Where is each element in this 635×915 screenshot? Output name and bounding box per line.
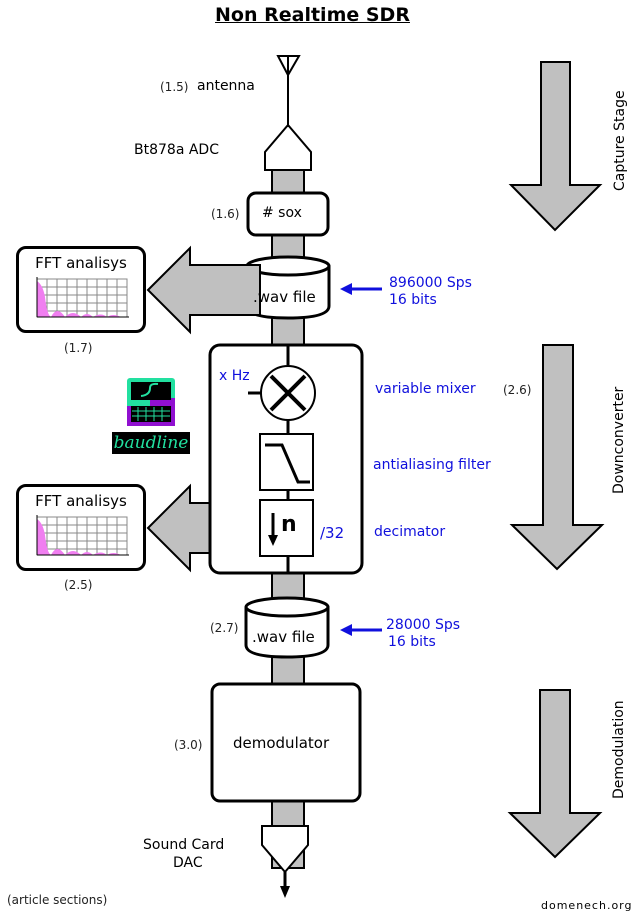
fft-analysis-box-2: FFT analisys	[16, 484, 146, 571]
mixer-frequency: x Hz	[219, 368, 250, 384]
fft-2-thumbnail-icon	[36, 515, 129, 556]
wav-file-2-bits: 16 bits	[388, 634, 436, 650]
mixer-label: variable mixer	[375, 381, 476, 397]
stage-label-capture: Capture Stage	[612, 90, 628, 191]
lowpass-filter-icon	[259, 433, 314, 491]
fft-arrow-2	[146, 483, 216, 573]
blue-arrow-2	[340, 624, 382, 636]
fft-1-title: FFT analisys	[35, 254, 127, 272]
fft-1-section: (1.7)	[64, 341, 93, 355]
footer-credit: domenech.org	[541, 899, 633, 912]
demodulator-section: (3.0)	[174, 738, 203, 752]
page-title: Non Realtime SDR	[215, 4, 410, 26]
wav-file-2-rate: 28000 Sps	[386, 617, 461, 633]
stage-arrow-capture	[508, 61, 603, 232]
adc-label: Bt878a ADC	[134, 142, 219, 158]
baudline-logo-icon	[127, 378, 175, 426]
stage-label-demodulation: Demodulation	[611, 700, 627, 799]
blue-arrow-1	[340, 283, 382, 295]
stage-label-downconverter: Downconverter	[611, 386, 627, 494]
output-arrow-icon	[280, 872, 290, 898]
fft-2-title: FFT analisys	[35, 492, 127, 510]
wav-file-2-label: .wav file	[252, 628, 315, 646]
wav-file-1-rate: 896000 Sps	[389, 275, 472, 291]
fft-1-thumbnail-icon	[36, 277, 129, 318]
stage-arrow-downconverter	[509, 344, 605, 571]
fft-2-section: (2.5)	[64, 578, 93, 592]
wav-file-2-section: (2.7)	[210, 621, 239, 635]
mixer-section: (2.6)	[503, 383, 532, 397]
diagram-canvas	[127, 55, 605, 898]
decimator-label: decimator	[374, 524, 446, 540]
footer-note: (article sections)	[7, 893, 108, 907]
dac-label-line2: DAC	[173, 855, 203, 871]
demodulator-label: demodulator	[233, 734, 330, 752]
baudline-label: baudline	[112, 432, 190, 454]
wav-file-1-label: .wav file	[253, 288, 316, 306]
adc-shape	[264, 123, 312, 171]
filter-label: antialiasing filter	[373, 457, 491, 473]
antenna-label: antenna	[197, 78, 255, 94]
fft-arrow-1	[146, 245, 261, 335]
dac-label-line1: Sound Card	[143, 837, 225, 853]
stage-arrow-demodulation	[507, 689, 603, 859]
sox-section: (1.6)	[211, 207, 240, 221]
sox-label: # sox	[262, 205, 302, 221]
antenna-icon	[276, 55, 301, 125]
fft-analysis-box-1: FFT analisys	[16, 246, 146, 333]
decimator-factor: /32	[320, 524, 345, 542]
wav-file-1-bits: 16 bits	[389, 292, 437, 308]
antenna-section: (1.5)	[160, 80, 189, 94]
decimator-symbol: n	[281, 512, 297, 537]
